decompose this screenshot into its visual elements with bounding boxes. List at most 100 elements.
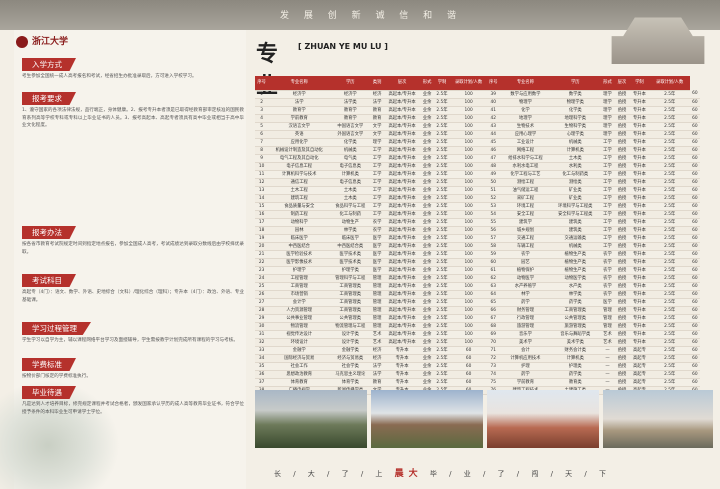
table-row: 24 工程管理 管理科学与工程 管理 高起本/专升本 业余 2.5年 100 (255, 274, 487, 283)
table-cell: 60 (450, 370, 487, 379)
table-cell: 理学 (370, 138, 384, 147)
table-cell: 72 (486, 354, 501, 363)
table-cell: 音乐与舞蹈学类 (550, 330, 601, 339)
table-row: 52 采矿工程 矿业类 工学 函授 专升本 2.5年 60 (486, 194, 700, 203)
column-header: 学制 (433, 76, 451, 91)
table-cell: 100 (450, 250, 487, 259)
table-cell: 100 (450, 314, 487, 323)
table-cell: 工学 (600, 242, 615, 251)
table-cell: 管理 (600, 322, 615, 331)
table-cell: 园林 (268, 226, 331, 235)
table-cell: 2.5年 (433, 338, 451, 347)
table-cell: 业余 (420, 362, 434, 371)
table-cell: 60 (450, 378, 487, 387)
table-cell: 100 (450, 194, 487, 203)
table-cell: 专升本 (629, 210, 650, 219)
table-row: 56 城乡规划 建筑类 工学 函授 专升本 2.5年 60 (486, 226, 700, 235)
table-cell: 电气工程及其自动化 (268, 154, 331, 163)
table-cell: 函授 (614, 370, 630, 379)
table-cell: 2.5年 (433, 178, 451, 187)
table-cell: 2.5年 (649, 370, 690, 379)
table-cell: 73 (486, 362, 501, 371)
table-cell: 思想政治教育 (268, 370, 331, 379)
table-cell: 2.5年 (433, 322, 451, 331)
table-cell: 业余 (420, 114, 434, 123)
table-cell: 环境设计 (268, 338, 331, 347)
table-cell: 63 (486, 282, 501, 291)
table-cell: 金融学类 (330, 346, 371, 355)
table-cell: 农学 (370, 226, 384, 235)
table-cell: 函授 (614, 194, 630, 203)
table-cell: 建筑类 (550, 218, 601, 227)
table-cell: 学前教育 (500, 378, 551, 387)
table-cell: 高起本/专升本 (383, 170, 421, 179)
table-cell: 9 (255, 154, 269, 163)
table-cell: 61 (486, 266, 501, 275)
table-cell: 计算机科学与技术 (268, 170, 331, 179)
table-cell: 法学 (370, 98, 384, 107)
table-cell: 高起本/专升本 (383, 146, 421, 155)
table-cell: 60 (689, 170, 700, 179)
table-cell: 60 (689, 218, 700, 227)
table-cell: 食品科学与工程 (330, 202, 371, 211)
table-cell: 2.5年 (433, 282, 451, 291)
table-cell: 公共事业管理 (268, 314, 331, 323)
table-cell: 100 (450, 234, 487, 243)
table-cell: 汉语言文学 (268, 122, 331, 131)
table-cell: 农学 (370, 218, 384, 227)
table-cell: 60 (689, 274, 700, 283)
table-cell: 函授 (614, 98, 630, 107)
table-cell: 6 (255, 130, 269, 139)
table-cell: 60 (689, 178, 700, 187)
table-cell: 函授 (614, 218, 630, 227)
table-cell: 教育 (370, 378, 384, 387)
table-cell: 公共管理类 (550, 314, 601, 323)
table-cell: 视觉传达设计 (268, 330, 331, 339)
table-cell: 工学 (600, 154, 615, 163)
table-cell: 行政管理 (500, 314, 551, 323)
table-cell: 艺术 (370, 338, 384, 347)
table-cell: 专升本 (629, 258, 650, 267)
seal-icon (16, 35, 28, 48)
table-cell: 金融学 (268, 346, 331, 355)
table-cell: — (600, 346, 615, 355)
table-cell: 经济学 (330, 90, 371, 99)
table-cell: 2.5年 (649, 354, 690, 363)
table-cell: 专升本 (383, 354, 421, 363)
table-cell: 函授 (614, 242, 630, 251)
table-cell: 管理 (600, 306, 615, 315)
table-cell: 农学 (600, 258, 615, 267)
table-cell: 临床医学 (330, 234, 371, 243)
table-cell: 化工与制药 (330, 210, 371, 219)
table-cell: 2.5年 (433, 250, 451, 259)
table-cell: 财务管理 (500, 306, 551, 315)
table-row: 40 物理学 物理学类 理学 函授 专升本 2.5年 60 (486, 98, 700, 107)
table-cell: 高起本/专升本 (383, 210, 421, 219)
table-cell: 专升本 (629, 314, 650, 323)
table-row: 39 数学与应用数学 数学类 理学 函授 专升本 2.5年 60 (486, 90, 700, 99)
table-cell: 文学 (370, 130, 384, 139)
table-row: 57 交通工程 交通运输类 工学 函授 专升本 2.5年 60 (486, 234, 700, 243)
table-cell: 2.5年 (649, 186, 690, 195)
table-cell: 函授 (614, 330, 630, 339)
table-cell: 测绘类 (550, 178, 601, 187)
table-cell: 2.5年 (649, 210, 690, 219)
table-cell: 100 (450, 274, 487, 283)
section-text: 1、遵守国家的各项法律法规，品行端正，身体健康。2、报考专升本者须是已取得经教育… (22, 108, 244, 129)
table-cell: 医学 (370, 258, 384, 267)
table-cell: 60 (689, 106, 700, 115)
section-text: 按各省市教育考试院规定时间到指定地点报名，参加全国成人高考，考试成绩达到录取分数… (22, 242, 244, 255)
table-cell: 函授 (614, 322, 630, 331)
table-cell: 工学 (600, 226, 615, 235)
table-cell: 100 (450, 282, 487, 291)
table-cell: 60 (689, 306, 700, 315)
table-cell: 100 (450, 306, 487, 315)
table-cell: 业余 (420, 226, 434, 235)
table-cell: 2.5年 (649, 282, 690, 291)
column-header: 序号 (486, 76, 501, 91)
table-cell: 农学 (600, 290, 615, 299)
table-row: 34 国际经济与贸易 经济与贸易类 经济 专升本 业余 2.5年 60 (255, 354, 487, 363)
table-cell: 安全工程 (500, 210, 551, 219)
table-cell: 业余 (420, 242, 434, 251)
table-cell: 2.5年 (649, 330, 690, 339)
